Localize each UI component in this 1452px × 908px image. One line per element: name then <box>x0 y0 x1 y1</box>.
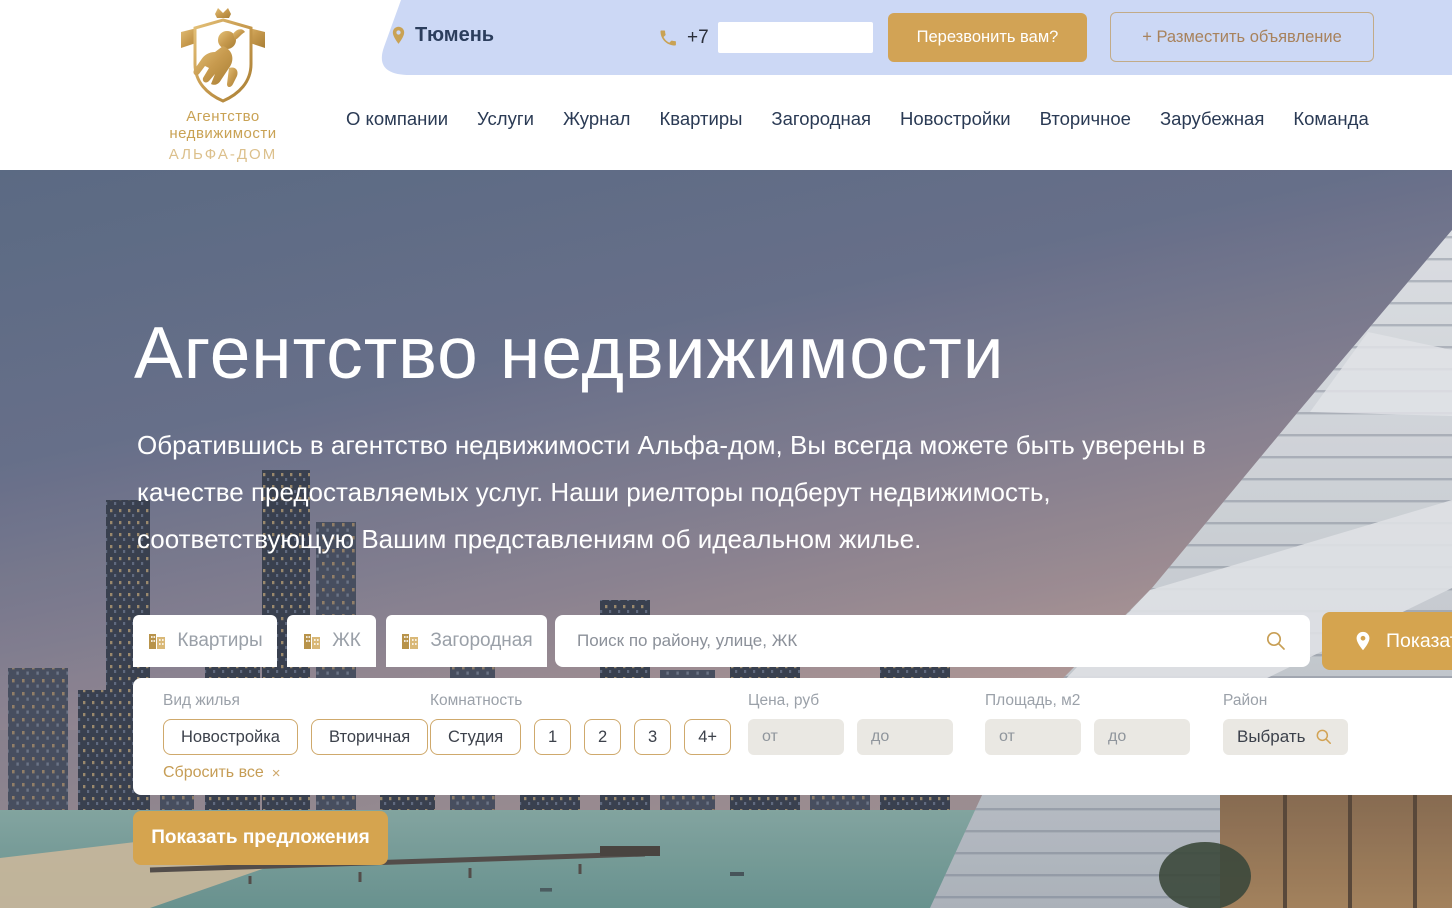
location-pin-icon <box>390 25 407 47</box>
reset-all-link[interactable]: Сбросить все × <box>163 764 281 782</box>
hero-section: Агентство недвижимости Обратившись в аге… <box>0 170 1452 908</box>
filter-price: Цена, руб <box>748 692 953 755</box>
tab-residential-complex[interactable]: ЖК <box>287 615 376 667</box>
building-icon <box>302 631 322 651</box>
filter-area: Площадь, м2 <box>985 692 1190 755</box>
filter-district: Район Выбрать <box>1223 692 1348 755</box>
search-icon[interactable] <box>1264 629 1288 653</box>
nav-item-newbuildings[interactable]: Новостройки <box>900 108 1011 130</box>
post-ad-button[interactable]: + Разместить объявление <box>1110 12 1374 62</box>
alfa-dom-homepage: Агентство недвижимости Обратившись в аге… <box>0 0 1452 908</box>
rooms-4plus-button[interactable]: 4+ <box>684 719 731 755</box>
area-to-input[interactable] <box>1094 719 1190 755</box>
rooms-studio-button[interactable]: Студия <box>430 719 521 755</box>
tab-residential-complex-label: ЖК <box>332 630 361 652</box>
nav-item-apartments[interactable]: Квартиры <box>659 108 742 130</box>
filter-rooms: Комнатность Студия 1 2 3 4+ <box>430 692 731 755</box>
search-icon <box>1314 727 1334 747</box>
reset-all-label: Сбросить все <box>163 764 264 782</box>
logo[interactable]: Агентство недвижимости АЛЬФА-ДОМ <box>133 6 313 164</box>
site-header: Тюмень +7 Перезвонить вам? + Разместить … <box>0 0 1452 170</box>
tab-apartments[interactable]: Квартиры <box>133 615 277 667</box>
building-icon <box>400 631 420 651</box>
show-button-label: Показать <box>1386 630 1452 653</box>
nav-item-team[interactable]: Команда <box>1293 108 1368 130</box>
area-from-input[interactable] <box>985 719 1081 755</box>
callback-button[interactable]: Перезвонить вам? <box>888 13 1087 62</box>
nav-item-about[interactable]: О компании <box>346 108 448 130</box>
price-to-input[interactable] <box>857 719 953 755</box>
city-name: Тюмень <box>415 24 494 47</box>
phone-icon <box>658 28 678 48</box>
show-offers-button[interactable]: Показать предложения <box>133 811 388 865</box>
building-icon <box>147 631 167 651</box>
nav-item-foreign[interactable]: Зарубежная <box>1160 108 1264 130</box>
page-title: Агентство недвижимости <box>134 312 1005 395</box>
phone-block: +7 <box>658 22 873 53</box>
logo-text-line1: Агентство недвижимости <box>133 108 313 142</box>
hero-description: Обратившись в агентство недвижимости Аль… <box>137 422 1267 563</box>
housing-type-secondary-button[interactable]: Вторичная <box>311 719 428 755</box>
city-selector[interactable]: Тюмень <box>390 24 494 47</box>
filter-housing-type: Вид жилья Новостройка Вторичная <box>163 692 428 755</box>
district-select-label: Выбрать <box>1237 727 1305 747</box>
rooms-3-button[interactable]: 3 <box>634 719 671 755</box>
housing-type-new-button[interactable]: Новостройка <box>163 719 298 755</box>
lion-crest-icon <box>163 6 283 106</box>
tab-suburban-label: Загородная <box>430 630 532 652</box>
district-label: Район <box>1223 692 1348 710</box>
tab-apartments-label: Квартиры <box>177 630 262 652</box>
filters-panel: Вид жилья Новостройка Вторичная Комнатно… <box>133 678 1452 795</box>
logo-text-line2: АЛЬФА-ДОМ <box>133 146 313 163</box>
main-nav: О компании Услуги Журнал Квартиры Загоро… <box>346 108 1452 130</box>
show-button[interactable]: Показать <box>1322 612 1452 670</box>
tab-suburban[interactable]: Загородная <box>386 615 547 667</box>
location-pin-icon <box>1352 630 1374 652</box>
nav-item-suburban[interactable]: Загородная <box>771 108 871 130</box>
nav-item-journal[interactable]: Журнал <box>563 108 631 130</box>
phone-input[interactable] <box>718 22 873 53</box>
close-icon: × <box>272 765 281 782</box>
rooms-label: Комнатность <box>430 692 731 710</box>
rooms-1-button[interactable]: 1 <box>534 719 571 755</box>
nav-item-secondary[interactable]: Вторичное <box>1040 108 1131 130</box>
price-from-input[interactable] <box>748 719 844 755</box>
search-input[interactable] <box>555 615 1310 667</box>
rooms-2-button[interactable]: 2 <box>584 719 621 755</box>
area-label: Площадь, м2 <box>985 692 1190 710</box>
nav-item-services[interactable]: Услуги <box>477 108 534 130</box>
housing-type-label: Вид жилья <box>163 692 428 710</box>
search-field-wrap <box>555 615 1310 667</box>
district-select-button[interactable]: Выбрать <box>1223 719 1348 755</box>
price-label: Цена, руб <box>748 692 953 710</box>
phone-prefix: +7 <box>687 27 709 49</box>
